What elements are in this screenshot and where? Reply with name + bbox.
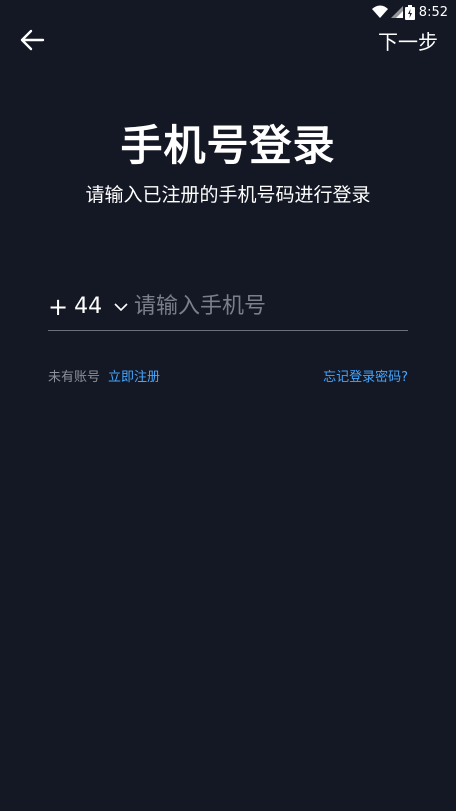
page-title: 手机号登录	[120, 121, 336, 170]
arrow-left-icon	[20, 29, 45, 51]
next-step-button[interactable]: 下一步	[378, 26, 438, 55]
battery-icon	[404, 4, 415, 20]
register-links: 未有账号 立即注册	[48, 366, 160, 385]
chevron-down-icon[interactable]	[114, 298, 128, 316]
signal-icon	[390, 5, 403, 19]
register-link[interactable]: 立即注册	[108, 366, 160, 385]
no-account-text: 未有账号	[48, 369, 101, 385]
forgot-password-link[interactable]: 忘记登录密码?	[323, 366, 408, 385]
phone-input-row: + 44	[48, 283, 408, 331]
page-subtitle: 请输入已注册的手机号码进行登录	[85, 184, 371, 206]
status-icons	[371, 4, 415, 20]
login-links: 未有账号 立即注册 忘记登录密码?	[48, 364, 408, 386]
top-navigation-bar: 下一步	[0, 24, 456, 54]
country-code-selector[interactable]: + 44	[48, 294, 114, 319]
status-time: 8:52	[418, 4, 448, 20]
back-button[interactable]	[18, 26, 46, 54]
country-code-value: 44	[74, 294, 103, 319]
phone-number-input[interactable]	[134, 286, 408, 327]
country-code-plus: +	[48, 292, 69, 321]
wifi-icon	[371, 5, 389, 19]
status-bar: 8:52	[0, 0, 456, 24]
